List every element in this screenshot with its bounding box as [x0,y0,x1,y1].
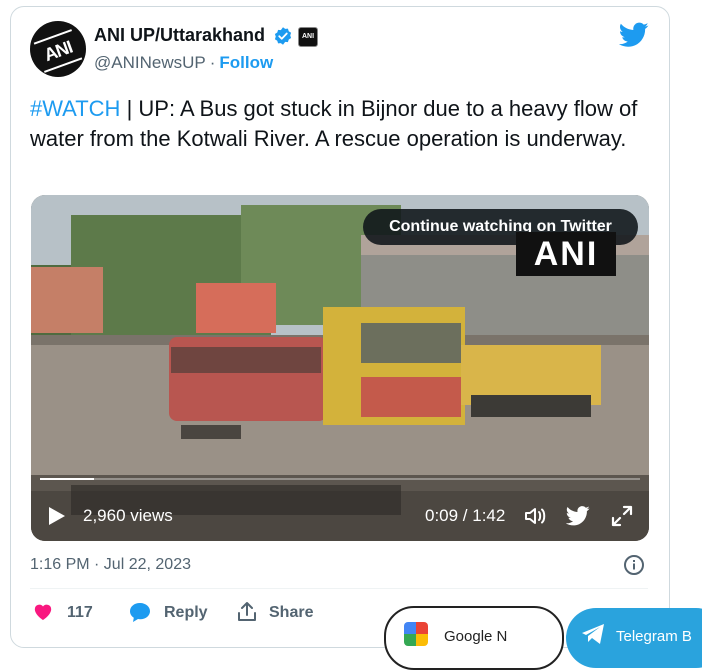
author-handle[interactable]: @ANINewsUP [94,53,206,72]
follow-button[interactable]: Follow [219,53,273,72]
affiliate-badge-icon: ANI [298,27,318,47]
google-news-overlay-button[interactable]: Google N [384,606,564,670]
avatar[interactable]: ANI [30,21,86,77]
telegram-overlay-button[interactable]: Telegram B [566,608,702,668]
tweet-timestamp[interactable]: 1:16 PM · Jul 22, 2023 [30,556,191,574]
tweet-body: | UP: A Bus got stuck in Bijnor due to a… [30,96,638,151]
reply-icon [130,603,150,622]
google-news-icon [404,622,428,646]
author-name[interactable]: ANI UP/Uttarakhand [94,25,265,46]
hashtag-link[interactable]: #WATCH [30,96,120,121]
ani-watermark: ANI [516,232,616,276]
divider [30,588,648,589]
tweet-text: #WATCH | UP: A Bus got stuck in Bijnor d… [30,94,660,153]
heart-icon [34,604,52,621]
share-label: Share [269,604,314,621]
twitter-bird-icon[interactable] [619,22,649,48]
view-count: 2,960 views [83,506,173,525]
fullscreen-icon[interactable] [611,505,633,527]
video-progress-fill [40,478,94,480]
telegram-label: Telegram B [616,628,692,645]
telegram-icon [582,624,604,644]
play-icon[interactable] [48,506,66,526]
volume-icon[interactable] [523,504,547,528]
info-icon[interactable] [623,554,645,576]
video-time: 0:09 / 1:42 [425,506,506,525]
share-icon [238,602,256,621]
ani-logo: ANI [33,29,83,73]
google-news-label: Google N [444,628,508,645]
verified-badge-icon [274,27,292,45]
twitter-bird-small-icon[interactable] [566,505,590,527]
video-progress-bar[interactable] [40,478,640,480]
reply-label: Reply [164,604,208,621]
separator-dot: · [209,53,216,72]
like-count: 117 [67,604,93,621]
author-handle-line: @ANINewsUP · Follow [94,53,273,73]
